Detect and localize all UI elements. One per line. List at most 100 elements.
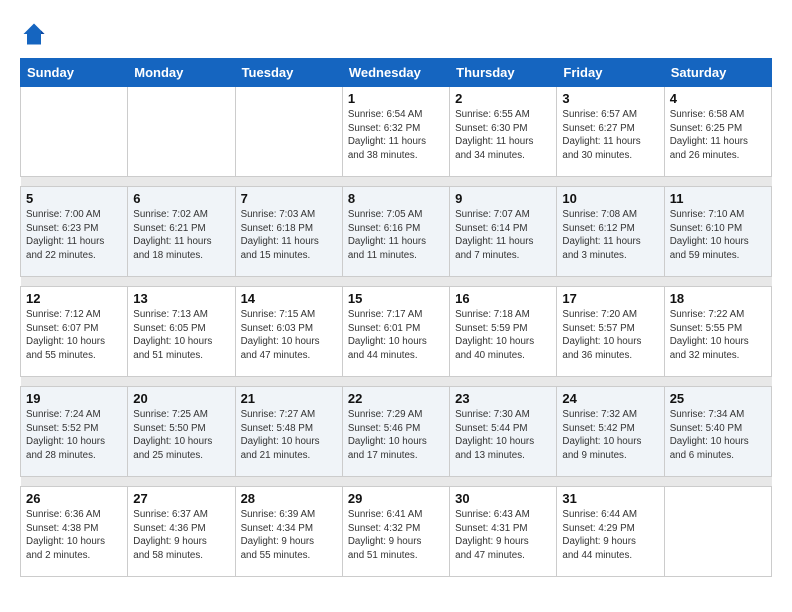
day-number: 28 xyxy=(241,491,337,506)
separator-row-3 xyxy=(21,477,772,487)
calendar-cell-0-3: 1 Sunrise: 6:54 AM Sunset: 6:32 PM Daylig… xyxy=(342,87,449,177)
week-row-5: 26Sunrise: 6:36 AM Sunset: 4:38 PM Dayli… xyxy=(21,487,772,577)
week-row-1: 1 Sunrise: 6:54 AM Sunset: 6:32 PM Daylig… xyxy=(21,87,772,177)
calendar-header-row: SundayMondayTuesdayWednesdayThursdayFrid… xyxy=(21,59,772,87)
day-info: Sunrise: 7:07 AM Sunset: 6:14 PM Dayligh… xyxy=(455,208,551,263)
logo-icon xyxy=(20,20,48,48)
day-info: Sunrise: 6:39 AM Sunset: 4:34 PM Dayligh… xyxy=(241,508,337,563)
calendar-cell-4-0: 26Sunrise: 6:36 AM Sunset: 4:38 PM Dayli… xyxy=(21,487,128,577)
day-number: 7 xyxy=(241,191,337,206)
calendar-cell-2-2: 14 Sunrise: 7:15 AM Sunset: 6:03 PM Dayli… xyxy=(235,287,342,377)
calendar-cell-3-2: 21Sunrise: 7:27 AM Sunset: 5:48 PM Dayli… xyxy=(235,387,342,477)
separator-row-2 xyxy=(21,377,772,387)
calendar-cell-1-1: 6Sunrise: 7:02 AM Sunset: 6:21 PM Daylig… xyxy=(128,187,235,277)
day-info: Sunrise: 6:37 AM Sunset: 4:36 PM Dayligh… xyxy=(133,508,229,563)
day-info: Sunrise: 7:27 AM Sunset: 5:48 PM Dayligh… xyxy=(241,408,337,463)
separator-cell xyxy=(21,277,128,287)
day-number: 9 xyxy=(455,191,551,206)
day-info: Sunrise: 7:00 AM Sunset: 6:23 PM Dayligh… xyxy=(26,208,122,263)
header-day-saturday: Saturday xyxy=(664,59,771,87)
calendar-cell-1-4: 9 Sunrise: 7:07 AM Sunset: 6:14 PM Daylig… xyxy=(450,187,557,277)
separator-cell xyxy=(450,477,557,487)
day-number: 24 xyxy=(562,391,658,406)
day-info: Sunrise: 6:55 AM Sunset: 6:30 PM Dayligh… xyxy=(455,108,551,163)
calendar-cell-3-0: 19 Sunrise: 7:24 AM Sunset: 5:52 PM Dayli… xyxy=(21,387,128,477)
week-row-2: 5 Sunrise: 7:00 AM Sunset: 6:23 PM Daylig… xyxy=(21,187,772,277)
day-number: 13 xyxy=(133,291,229,306)
day-number: 30 xyxy=(455,491,551,506)
day-info: Sunrise: 7:25 AM Sunset: 5:50 PM Dayligh… xyxy=(133,408,229,463)
day-number: 22 xyxy=(348,391,444,406)
calendar-cell-0-0 xyxy=(21,87,128,177)
separator-cell xyxy=(21,177,128,187)
day-info: Sunrise: 6:54 AM Sunset: 6:32 PM Dayligh… xyxy=(348,108,444,163)
week-row-4: 19 Sunrise: 7:24 AM Sunset: 5:52 PM Dayli… xyxy=(21,387,772,477)
separator-cell xyxy=(128,377,235,387)
day-info: Sunrise: 7:05 AM Sunset: 6:16 PM Dayligh… xyxy=(348,208,444,263)
day-number: 16 xyxy=(455,291,551,306)
calendar-cell-0-5: 3Sunrise: 6:57 AM Sunset: 6:27 PM Daylig… xyxy=(557,87,664,177)
calendar-cell-3-3: 22 Sunrise: 7:29 AM Sunset: 5:46 PM Dayli… xyxy=(342,387,449,477)
day-info: Sunrise: 6:44 AM Sunset: 4:29 PM Dayligh… xyxy=(562,508,658,563)
day-number: 5 xyxy=(26,191,122,206)
day-info: Sunrise: 7:12 AM Sunset: 6:07 PM Dayligh… xyxy=(26,308,122,363)
header-day-thursday: Thursday xyxy=(450,59,557,87)
day-info: Sunrise: 7:24 AM Sunset: 5:52 PM Dayligh… xyxy=(26,408,122,463)
day-number: 3 xyxy=(562,91,658,106)
separator-cell xyxy=(450,277,557,287)
calendar-cell-3-1: 20Sunrise: 7:25 AM Sunset: 5:50 PM Dayli… xyxy=(128,387,235,477)
separator-cell xyxy=(450,377,557,387)
header-day-monday: Monday xyxy=(128,59,235,87)
day-number: 19 xyxy=(26,391,122,406)
separator-cell xyxy=(557,477,664,487)
day-number: 15 xyxy=(348,291,444,306)
separator-cell xyxy=(557,177,664,187)
day-number: 31 xyxy=(562,491,658,506)
day-number: 1 xyxy=(348,91,444,106)
separator-cell xyxy=(342,377,449,387)
day-info: Sunrise: 7:22 AM Sunset: 5:55 PM Dayligh… xyxy=(670,308,766,363)
day-number: 10 xyxy=(562,191,658,206)
calendar-cell-2-0: 12 Sunrise: 7:12 AM Sunset: 6:07 PM Dayli… xyxy=(21,287,128,377)
calendar-cell-4-1: 27Sunrise: 6:37 AM Sunset: 4:36 PM Dayli… xyxy=(128,487,235,577)
day-number: 25 xyxy=(670,391,766,406)
day-info: Sunrise: 7:17 AM Sunset: 6:01 PM Dayligh… xyxy=(348,308,444,363)
day-number: 29 xyxy=(348,491,444,506)
day-info: Sunrise: 7:32 AM Sunset: 5:42 PM Dayligh… xyxy=(562,408,658,463)
day-info: Sunrise: 7:13 AM Sunset: 6:05 PM Dayligh… xyxy=(133,308,229,363)
day-number: 14 xyxy=(241,291,337,306)
calendar-cell-0-1 xyxy=(128,87,235,177)
page-header xyxy=(20,20,772,48)
day-info: Sunrise: 7:34 AM Sunset: 5:40 PM Dayligh… xyxy=(670,408,766,463)
week-row-3: 12 Sunrise: 7:12 AM Sunset: 6:07 PM Dayli… xyxy=(21,287,772,377)
calendar-cell-4-3: 29Sunrise: 6:41 AM Sunset: 4:32 PM Dayli… xyxy=(342,487,449,577)
day-number: 11 xyxy=(670,191,766,206)
separator-cell xyxy=(664,377,771,387)
separator-cell xyxy=(664,177,771,187)
separator-row-0 xyxy=(21,177,772,187)
calendar-cell-1-2: 7Sunrise: 7:03 AM Sunset: 6:18 PM Daylig… xyxy=(235,187,342,277)
day-info: Sunrise: 7:15 AM Sunset: 6:03 PM Dayligh… xyxy=(241,308,337,363)
calendar-cell-1-3: 8Sunrise: 7:05 AM Sunset: 6:16 PM Daylig… xyxy=(342,187,449,277)
separator-cell xyxy=(557,277,664,287)
calendar-cell-4-6 xyxy=(664,487,771,577)
separator-cell xyxy=(235,277,342,287)
separator-cell xyxy=(342,477,449,487)
calendar-cell-2-5: 17Sunrise: 7:20 AM Sunset: 5:57 PM Dayli… xyxy=(557,287,664,377)
calendar-cell-0-4: 2 Sunrise: 6:55 AM Sunset: 6:30 PM Daylig… xyxy=(450,87,557,177)
separator-cell xyxy=(235,477,342,487)
separator-cell xyxy=(21,377,128,387)
calendar-cell-0-2 xyxy=(235,87,342,177)
day-number: 2 xyxy=(455,91,551,106)
calendar-cell-2-1: 13 Sunrise: 7:13 AM Sunset: 6:05 PM Dayli… xyxy=(128,287,235,377)
day-info: Sunrise: 7:29 AM Sunset: 5:46 PM Dayligh… xyxy=(348,408,444,463)
day-info: Sunrise: 7:18 AM Sunset: 5:59 PM Dayligh… xyxy=(455,308,551,363)
day-number: 6 xyxy=(133,191,229,206)
logo xyxy=(20,20,52,48)
day-info: Sunrise: 7:08 AM Sunset: 6:12 PM Dayligh… xyxy=(562,208,658,263)
separator-cell xyxy=(664,277,771,287)
header-day-tuesday: Tuesday xyxy=(235,59,342,87)
calendar-cell-1-0: 5 Sunrise: 7:00 AM Sunset: 6:23 PM Daylig… xyxy=(21,187,128,277)
calendar-cell-3-5: 24 Sunrise: 7:32 AM Sunset: 5:42 PM Dayli… xyxy=(557,387,664,477)
day-number: 12 xyxy=(26,291,122,306)
